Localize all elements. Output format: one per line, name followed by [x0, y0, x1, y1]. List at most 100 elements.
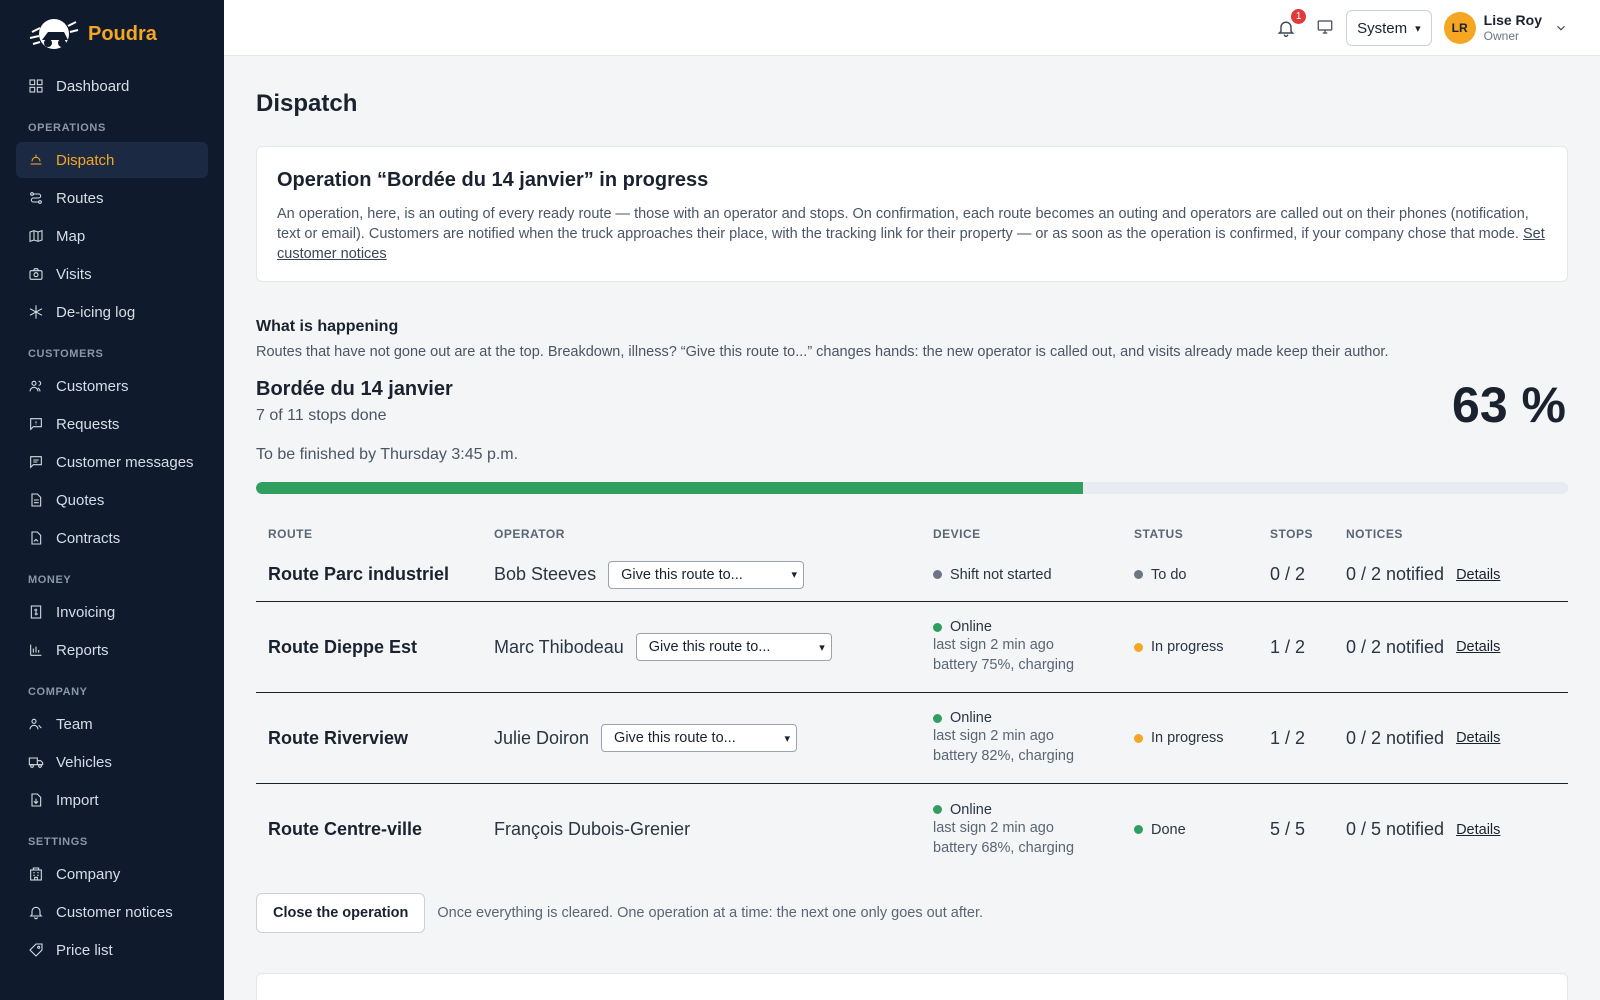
- details-link[interactable]: Details: [1456, 822, 1500, 838]
- contract-icon: [28, 530, 44, 546]
- sidebar-item-team[interactable]: Team: [16, 706, 208, 742]
- route-stops: 5 / 5: [1270, 819, 1306, 839]
- avatar[interactable]: LR: [1443, 12, 1476, 44]
- sidebar-section-title: COMPANY: [28, 686, 88, 698]
- table-row: Route Riverview Julie Doiron Give this rou…: [256, 693, 1568, 784]
- give-route-select[interactable]: Give this route to... ▾: [601, 724, 798, 752]
- route-stops: 1 / 2: [1270, 727, 1306, 748]
- sidebar-item-label: Dispatch: [56, 151, 115, 169]
- users-icon: [28, 378, 44, 394]
- chevron-down-icon: ▾: [819, 641, 825, 654]
- monitor-icon: [1317, 20, 1333, 34]
- brand-name: Poudra: [88, 22, 157, 45]
- sidebar-item-customer-notices[interactable]: Customer notices: [16, 894, 208, 930]
- user-name: Lise Roy: [1483, 12, 1542, 28]
- route-name[interactable]: Route Parc industriel: [268, 564, 449, 584]
- sidebar-item-vehicles[interactable]: Vehicles: [16, 744, 208, 780]
- header-device: DEVICE: [933, 527, 981, 541]
- brand[interactable]: Poudra: [0, 0, 224, 68]
- user-menu[interactable]: Lise Roy Owner: [1484, 12, 1542, 44]
- device-status: Online: [950, 619, 992, 635]
- sidebar-item-label: Visits: [56, 265, 92, 283]
- invoice-icon: [28, 604, 44, 620]
- operation-info-card: Operation “Bordée du 14 janvier” in prog…: [256, 146, 1568, 282]
- device-status-dot: [933, 622, 942, 632]
- sidebar-item-label: Team: [56, 715, 93, 733]
- close-operation-button[interactable]: Close the operation: [256, 893, 426, 933]
- close-operation-area: Close the operation Once everything is c…: [256, 893, 1568, 933]
- sidebar-item-map[interactable]: Map: [16, 218, 208, 254]
- sidebar-item-quotes[interactable]: Quotes: [16, 482, 208, 518]
- header-notices: NOTICES: [1346, 527, 1403, 541]
- give-route-select[interactable]: Give this route to... ▾: [635, 633, 832, 661]
- operation-info-body: An operation, here, is an outing of ever…: [277, 206, 1529, 242]
- user-role: Owner: [1483, 29, 1519, 43]
- sidebar-item-requests[interactable]: Requests: [16, 406, 208, 442]
- import-icon: [28, 792, 44, 808]
- details-link[interactable]: Details: [1456, 567, 1500, 583]
- status-dot: [1134, 642, 1143, 652]
- dispatch-icon: [28, 152, 44, 168]
- device-cell: Online last sign 2 min ago battery 75%, ch…: [933, 619, 1134, 675]
- sidebar-item-label: Price list: [56, 941, 113, 959]
- sidebar-item-contracts[interactable]: Contracts: [16, 520, 208, 556]
- operation-progress-bar: [256, 482, 1568, 494]
- route-name[interactable]: Route Dieppe Est: [268, 637, 417, 657]
- close-operation-note: Once everything is cleared. One operatio…: [437, 905, 984, 921]
- sidebar-item-label: De-icing log: [56, 303, 136, 321]
- sidebar-item-label: Customer notices: [56, 903, 173, 921]
- header-status: STATUS: [1134, 527, 1184, 541]
- chevron-down-icon: ▾: [1415, 22, 1421, 35]
- sidebar-nav: Dashboard OPERATIONS Dispatch Routes Map Visi…: [0, 68, 224, 968]
- sidebar-section-title: SETTINGS: [28, 836, 88, 848]
- sidebar-item-visits[interactable]: Visits: [16, 256, 208, 292]
- sidebar-item-de-icing-log[interactable]: De-icing log: [16, 294, 208, 330]
- sidebar-item-price-list[interactable]: Price list: [16, 932, 208, 968]
- sidebar-item-label: Contracts: [56, 529, 121, 547]
- operator-name: Julie Doiron: [494, 727, 590, 748]
- sidebar-item-customer-messages[interactable]: Customer messages: [16, 444, 208, 480]
- sidebar-item-company[interactable]: Company: [16, 856, 208, 892]
- chevron-down-icon: ▾: [791, 569, 798, 581]
- sidebar-item-invoicing[interactable]: Invoicing: [16, 594, 208, 630]
- device-status: Online: [950, 710, 992, 726]
- sidebar-item-label: Invoicing: [56, 603, 116, 621]
- details-link[interactable]: Details: [1456, 639, 1500, 655]
- user-menu-chevron-icon[interactable]: [1554, 21, 1568, 35]
- happening-title: What is happening: [256, 318, 399, 335]
- route-name[interactable]: Route Riverview: [268, 728, 408, 748]
- notifications-button[interactable]: 1: [1276, 9, 1307, 40]
- give-route-select[interactable]: Give this route to... ▾: [608, 560, 805, 589]
- operation-finish-text: To be finished by Thursday 3:45 p.m.: [256, 446, 519, 463]
- sidebar-item-customers[interactable]: Customers: [16, 368, 208, 404]
- table-row: Route Parc industriel Bob Steeves Give thi…: [256, 548, 1568, 602]
- sidebar-section-title: MONEY: [28, 574, 72, 586]
- operation-percent: 63 %: [1452, 377, 1566, 433]
- topbar: 1 System ▾ LR Lise Roy Owner: [224, 0, 1600, 56]
- sidebar-item-dashboard[interactable]: Dashboard: [16, 68, 208, 104]
- route-status: In progress: [1151, 639, 1224, 655]
- give-route-select-value: Give this route to...: [614, 730, 736, 746]
- bar-chart-icon: [28, 642, 44, 658]
- sidebar-item-label: Customers: [56, 377, 129, 395]
- theme-select[interactable]: System ▾: [1346, 10, 1432, 46]
- sidebar-item-routes[interactable]: Routes: [16, 180, 208, 216]
- sidebar-item-reports[interactable]: Reports: [16, 632, 208, 668]
- sidebar-item-dispatch[interactable]: Dispatch: [16, 142, 208, 178]
- snowplow-logo-icon: [29, 19, 79, 49]
- sidebar-item-import[interactable]: Import: [16, 782, 208, 818]
- theme-select-value: System: [1357, 19, 1408, 37]
- device-status-dot: [933, 713, 942, 723]
- table-row: Route Centre-ville François Dubois-Grenie…: [256, 784, 1568, 875]
- route-notices: 0 / 5 notified: [1346, 819, 1445, 839]
- route-name[interactable]: Route Centre-ville: [268, 819, 422, 839]
- map-icon: [28, 228, 44, 244]
- display-mode-button[interactable]: [1316, 18, 1336, 38]
- operation-info-title: Operation “Bordée du 14 janvier” in prog…: [277, 169, 709, 191]
- device-battery: battery 75%, charging: [933, 657, 1075, 673]
- route-status: To do: [1151, 566, 1187, 583]
- route-notices: 0 / 2 notified: [1346, 636, 1445, 657]
- status-dot: [1134, 825, 1143, 834]
- table-row: Route Dieppe Est Marc Thibodeau Give this …: [256, 602, 1568, 693]
- details-link[interactable]: Details: [1456, 730, 1500, 746]
